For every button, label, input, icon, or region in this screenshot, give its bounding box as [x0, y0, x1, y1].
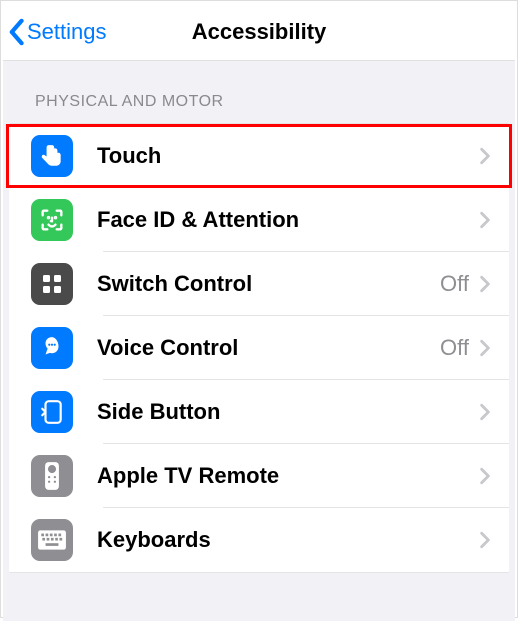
row-detail: Off — [440, 335, 469, 361]
chevron-right-icon — [479, 531, 491, 549]
voice-control-icon — [31, 327, 73, 369]
row-faceid[interactable]: Face ID & Attention — [9, 188, 509, 252]
row-apple-tv-remote[interactable]: Apple TV Remote — [9, 444, 509, 508]
row-voice-control[interactable]: Voice Control Off — [9, 316, 509, 380]
row-detail: Off — [440, 271, 469, 297]
touch-icon — [31, 135, 73, 177]
row-label: Keyboards — [97, 527, 479, 553]
row-label: Face ID & Attention — [97, 207, 479, 233]
back-label: Settings — [27, 19, 107, 45]
settings-list: Touch Face ID & Attention Switch Control… — [9, 123, 509, 573]
row-label: Apple TV Remote — [97, 463, 479, 489]
page-title: Accessibility — [192, 19, 327, 45]
row-switch-control[interactable]: Switch Control Off — [9, 252, 509, 316]
chevron-right-icon — [479, 403, 491, 421]
side-button-icon — [31, 391, 73, 433]
chevron-right-icon — [479, 275, 491, 293]
row-label: Switch Control — [97, 271, 440, 297]
content-area: PHYSICAL AND MOTOR Touch Face ID & Atten… — [3, 61, 515, 621]
chevron-right-icon — [479, 339, 491, 357]
section-header: PHYSICAL AND MOTOR — [7, 65, 511, 123]
back-button[interactable]: Settings — [7, 18, 107, 46]
row-touch[interactable]: Touch — [6, 124, 512, 188]
row-label: Side Button — [97, 399, 479, 425]
chevron-right-icon — [479, 467, 491, 485]
faceid-icon — [31, 199, 73, 241]
row-keyboards[interactable]: Keyboards — [9, 508, 509, 572]
chevron-right-icon — [479, 211, 491, 229]
switch-control-icon — [31, 263, 73, 305]
keyboard-icon — [31, 519, 73, 561]
apple-tv-remote-icon — [31, 455, 73, 497]
row-side-button[interactable]: Side Button — [9, 380, 509, 444]
nav-bar: Settings Accessibility — [3, 3, 515, 61]
chevron-right-icon — [479, 147, 491, 165]
row-label: Touch — [97, 143, 479, 169]
row-label: Voice Control — [97, 335, 440, 361]
chevron-left-icon — [7, 18, 25, 46]
